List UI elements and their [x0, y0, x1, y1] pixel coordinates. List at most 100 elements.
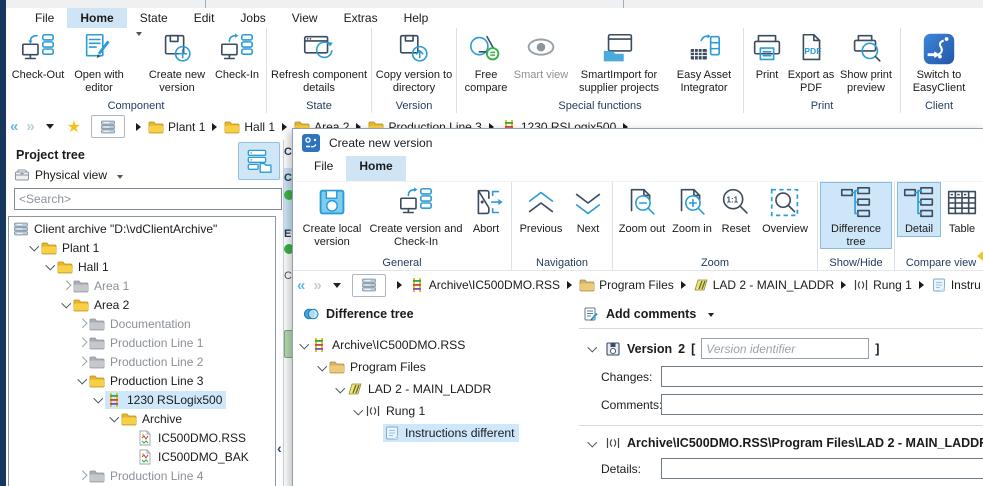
zoom-out-button[interactable]: Zoom out	[616, 183, 668, 236]
forward-icon[interactable]: »	[309, 277, 325, 294]
copy-version-to-directory-button[interactable]: Copy version to directory	[375, 29, 453, 94]
tree-item-area-1[interactable]: Area 1	[9, 276, 275, 295]
expander-icon[interactable]	[75, 355, 89, 369]
add-comments-header[interactable]: Add comments	[579, 299, 983, 328]
panel-collapse-handle[interactable]: ‹	[277, 440, 282, 456]
tree-item-production-line-3[interactable]: Production Line 3	[9, 371, 275, 390]
component-panel-toggle-button[interactable]	[238, 142, 280, 180]
dialog-title-bar[interactable]: Create new version	[293, 129, 983, 156]
version-comments-input[interactable]	[661, 394, 983, 415]
expander-icon[interactable]	[75, 374, 89, 388]
tree-item-ic500dmo-rss[interactable]: IC500DMO.RSS	[9, 428, 275, 447]
tree-view-selector[interactable]: Physical view	[14, 167, 123, 183]
menu-extras[interactable]: Extras	[331, 8, 391, 28]
expander-icon[interactable]	[75, 469, 89, 483]
menu-jobs[interactable]: Jobs	[227, 8, 278, 28]
expander-icon[interactable]	[27, 241, 41, 255]
menu-view[interactable]: View	[279, 8, 331, 28]
search-input[interactable]	[14, 188, 282, 210]
create-new-version-button[interactable]: Create new version	[143, 29, 211, 94]
expander-icon[interactable]	[59, 298, 73, 312]
application-window: File Home State Edit Jobs View Extras He…	[0, 0, 983, 486]
expander-icon[interactable]	[351, 404, 365, 418]
collapse-icon[interactable]	[585, 342, 599, 356]
details-input[interactable]	[661, 458, 983, 479]
breadcrumb-rung-1[interactable]: Rung 1	[853, 277, 912, 293]
show-print-preview-button[interactable]: Show print preview	[835, 29, 897, 94]
expander-icon[interactable]	[91, 393, 105, 407]
history-dropdown-icon[interactable]	[333, 283, 341, 288]
menu-edit[interactable]: Edit	[181, 8, 228, 28]
version-identifier-input[interactable]	[701, 338, 869, 359]
tree-item-ic500dmo-bak[interactable]: IC500DMO_BAK	[9, 447, 275, 466]
diff-item-archive[interactable]: Archive\IC500DMO.RSS	[293, 334, 575, 356]
free-compare-button[interactable]: Free compare	[460, 29, 512, 94]
expander-icon[interactable]	[43, 260, 57, 274]
abort-button[interactable]: Abort	[464, 183, 508, 236]
expander-icon[interactable]	[75, 336, 89, 350]
expander-icon[interactable]	[107, 412, 121, 426]
expander-icon[interactable]	[315, 360, 329, 374]
menu-state[interactable]: State	[127, 8, 181, 28]
diff-item-lad2[interactable]: LAD 2 - MAIN_LADDR	[293, 378, 575, 400]
create-version-and-checkin-button[interactable]: Create version and Check-In	[368, 183, 464, 248]
archive-root-button[interactable]	[91, 115, 125, 138]
zoom-reset-button[interactable]: 1:1 Reset	[716, 183, 756, 236]
back-icon[interactable]: «	[293, 277, 309, 294]
breadcrumb-lad2-main-laddr[interactable]: LAD 2 - MAIN_LADDR	[693, 277, 834, 293]
diff-item-program-files[interactable]: Program Files	[293, 356, 575, 378]
menu-file[interactable]: File	[22, 8, 67, 28]
tree-item-hall-1[interactable]: Hall 1	[9, 257, 275, 276]
tree-item-archive[interactable]: Archive	[9, 409, 275, 428]
check-in-button[interactable]: Check-In	[211, 29, 263, 82]
zoom-in-button[interactable]: Zoom in	[668, 183, 716, 236]
breadcrumb-plant-1[interactable]: Plant 1	[148, 119, 205, 135]
table-view-button[interactable]: Table	[940, 183, 983, 236]
print-button[interactable]: Print	[747, 29, 787, 82]
expander-icon[interactable]	[75, 317, 89, 331]
expander-icon[interactable]	[333, 382, 347, 396]
dialog-menu-home[interactable]: Home	[346, 156, 405, 181]
breadcrumb-program-files[interactable]: Program Files	[579, 277, 674, 293]
easy-asset-integrator-button[interactable]: Easy Asset Integrator	[668, 29, 740, 94]
difference-tree-toggle-button[interactable]: Difference tree	[821, 183, 891, 248]
open-with-editor-dropdown[interactable]	[131, 29, 143, 36]
tree-item-production-line-1[interactable]: Production Line 1	[9, 333, 275, 352]
forward-icon[interactable]: »	[22, 118, 38, 135]
tree-item-plant-1[interactable]: Plant 1	[9, 238, 275, 257]
next-button[interactable]: Next	[567, 183, 609, 236]
menu-help[interactable]: Help	[391, 8, 442, 28]
switch-to-easyclient-button[interactable]: Switch to EasyClient	[904, 29, 974, 94]
history-dropdown-icon[interactable]	[46, 124, 54, 129]
back-icon[interactable]: «	[6, 118, 22, 135]
check-out-button[interactable]: Check-Out	[9, 29, 67, 82]
overview-button[interactable]: Overview	[756, 183, 814, 236]
breadcrumb-instructions[interactable]: Instru	[931, 277, 981, 293]
tree-item-production-line-2[interactable]: Production Line 2	[9, 352, 275, 371]
diff-item-instructions-different[interactable]: Instructions different	[293, 422, 575, 444]
favorites-star-icon[interactable]: ★	[61, 117, 87, 137]
archive-root-button[interactable]	[352, 274, 386, 297]
expander-icon[interactable]	[297, 338, 311, 352]
tree-item-area-2[interactable]: Area 2	[9, 295, 275, 314]
breadcrumb-hall-1[interactable]: Hall 1	[224, 119, 275, 135]
diff-item-rung-1[interactable]: Rung 1	[293, 400, 575, 422]
collapse-icon[interactable]	[585, 436, 599, 450]
smartimport-button[interactable]: SmartImport for supplier projects	[570, 29, 668, 94]
export-as-pdf-button[interactable]: PDF Export as PDF	[787, 29, 835, 94]
open-with-editor-button[interactable]: Open with editor	[67, 29, 131, 94]
folder-icon	[89, 468, 105, 484]
tree-item-client-archive[interactable]: Client archive "D:\vdClientArchive"	[9, 219, 275, 238]
breadcrumb-archive-ic500dmo[interactable]: Archive\IC500DMO.RSS	[409, 277, 560, 293]
tree-item-documentation[interactable]: Documentation	[9, 314, 275, 333]
dialog-menu-file[interactable]: File	[301, 156, 346, 181]
previous-button[interactable]: Previous	[515, 183, 567, 236]
tree-item-1230-rslogix500[interactable]: 1230 RSLogix500	[9, 390, 275, 409]
changes-input[interactable]	[661, 366, 983, 387]
detail-view-button[interactable]: Detail	[898, 183, 940, 236]
create-local-version-button[interactable]: Create local version	[296, 183, 368, 248]
refresh-component-details-button[interactable]: Refresh component details	[270, 29, 368, 94]
menu-home[interactable]: Home	[67, 8, 126, 28]
tree-item-production-line-4[interactable]: Production Line 4	[9, 466, 275, 485]
expander-icon[interactable]	[59, 279, 73, 293]
